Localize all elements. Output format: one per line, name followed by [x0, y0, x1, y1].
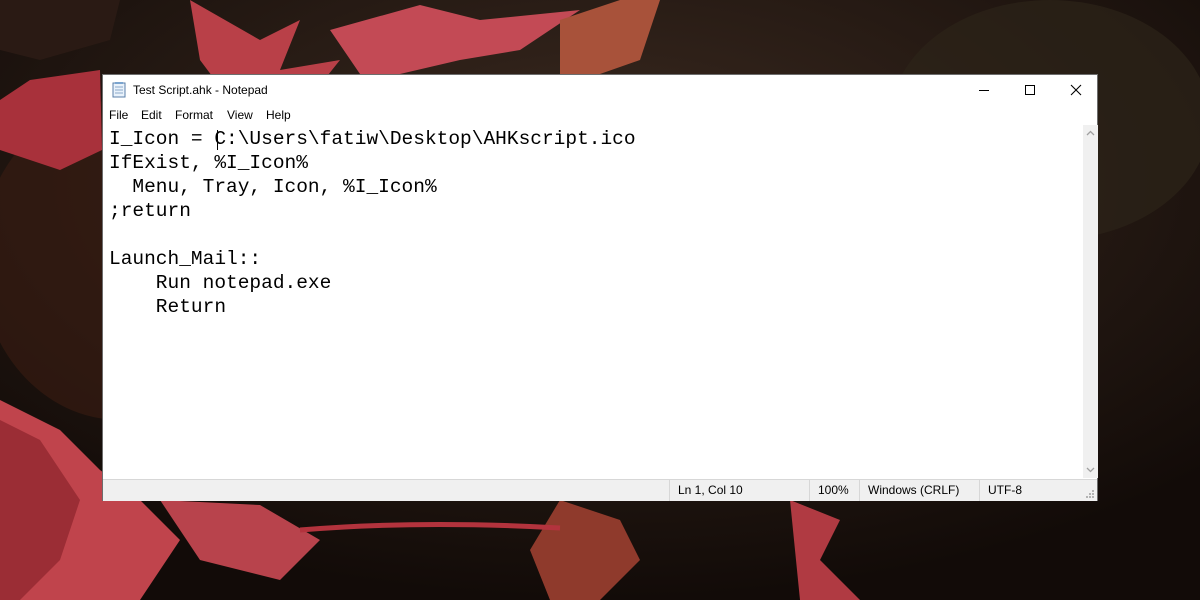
- scroll-up-icon[interactable]: [1083, 125, 1098, 142]
- encoding: UTF-8: [979, 480, 1097, 501]
- maximize-icon: [1025, 85, 1035, 95]
- menu-format[interactable]: Format: [175, 108, 213, 122]
- text-caret: [217, 130, 218, 150]
- minimize-icon: [979, 90, 989, 91]
- text-editor[interactable]: I_Icon = C:\Users\fatiw\Desktop\AHKscrip…: [103, 125, 1083, 478]
- code-line-6: Launch_Mail::: [109, 248, 262, 270]
- menu-help[interactable]: Help: [266, 108, 291, 122]
- menu-edit[interactable]: Edit: [141, 108, 162, 122]
- window-title: Test Script.ahk - Notepad: [133, 83, 268, 97]
- cursor-position: Ln 1, Col 10: [669, 480, 809, 501]
- title-bar[interactable]: Test Script.ahk - Notepad: [103, 75, 1097, 105]
- code-line-2: IfExist, %I_Icon%: [109, 152, 308, 174]
- maximize-button[interactable]: [1007, 75, 1053, 105]
- notepad-window: Test Script.ahk - Notepad File Edit Form…: [102, 74, 1098, 501]
- code-line-3: Menu, Tray, Icon, %I_Icon%: [109, 176, 437, 198]
- code-line-8: Return: [109, 296, 227, 318]
- vertical-scrollbar[interactable]: [1083, 125, 1098, 478]
- code-line-7: Run notepad.exe: [109, 272, 332, 294]
- zoom-level: 100%: [809, 480, 859, 501]
- minimize-caption[interactable]: [961, 75, 1007, 105]
- close-button[interactable]: [1053, 75, 1099, 105]
- close-icon: [1070, 84, 1082, 96]
- code-line-4: ;return: [109, 200, 191, 222]
- resize-grip-icon[interactable]: [1085, 489, 1095, 499]
- menu-file[interactable]: File: [109, 108, 128, 122]
- notepad-icon: [112, 82, 126, 98]
- menu-bar: File Edit Format View Help: [103, 105, 1097, 125]
- code-line-1: I_Icon = C:\Users\fatiw\Desktop\AHKscrip…: [109, 128, 636, 150]
- menu-view[interactable]: View: [227, 108, 253, 122]
- scroll-down-icon[interactable]: [1083, 461, 1098, 478]
- line-endings: Windows (CRLF): [859, 480, 979, 501]
- status-bar: Ln 1, Col 10 100% Windows (CRLF) UTF-8: [103, 479, 1097, 501]
